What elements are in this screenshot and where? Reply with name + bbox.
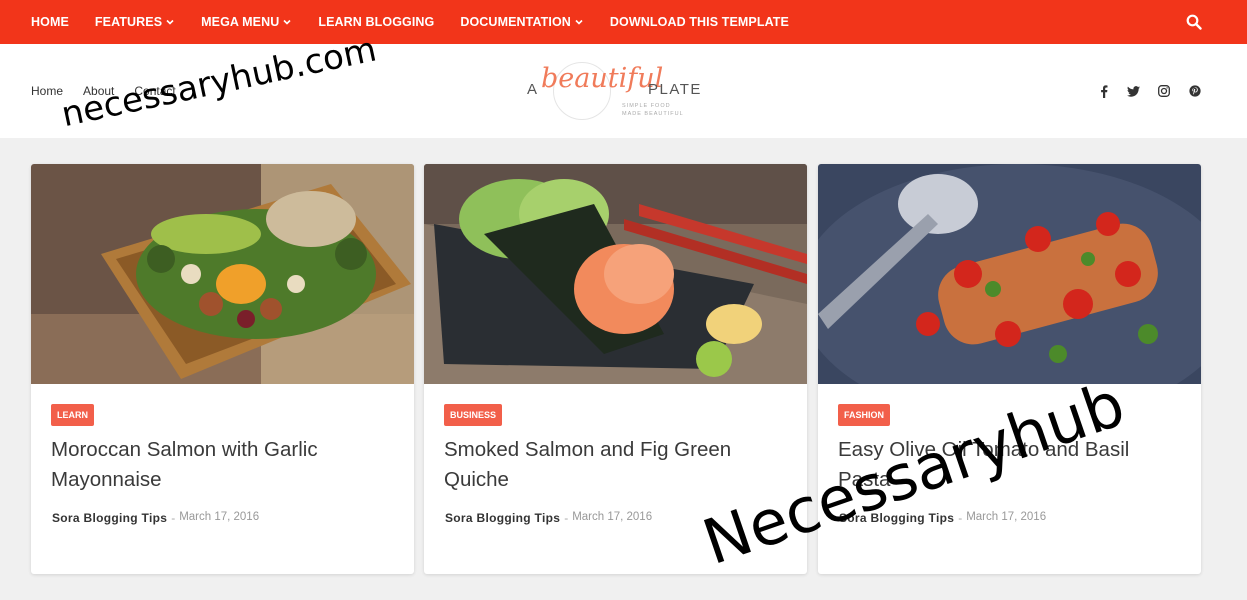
nav-item-home[interactable]: HOME [31,15,69,29]
chevron-down-icon [575,19,583,25]
chevron-down-icon [283,19,291,25]
search-icon[interactable] [1186,14,1202,30]
post-thumbnail-pasta[interactable] [818,164,1201,384]
post-meta: Sora Blogging Tips - March 17, 2016 [52,511,259,525]
meta-separator: - [958,511,963,525]
logo-tagline-1: SIMPLE FOOD [622,103,671,109]
post-author[interactable]: Sora Blogging Tips [52,511,167,525]
post-thumbnail-sushi[interactable] [424,164,807,384]
site-logo[interactable]: A beautiful PLATE SIMPLE FOOD MADE BEAUT… [527,60,707,122]
facebook-icon[interactable] [1097,84,1111,98]
logo-tagline-2: MADE BEAUTIFUL [622,111,684,117]
nav-item-learn-blogging[interactable]: LEARN BLOGGING [318,15,434,29]
top-navigation-bar: HOME FEATURES MEGA MENU LEARN BLOGGING D… [0,0,1247,44]
category-badge[interactable]: FASHION [838,404,891,426]
category-badge[interactable]: BUSINESS [444,404,503,426]
nav-item-features[interactable]: FEATURES [95,15,175,29]
chevron-down-icon [166,19,174,25]
post-date: March 17, 2016 [179,511,260,523]
post-author[interactable]: Sora Blogging Tips [445,511,560,525]
main-menu: HOME FEATURES MEGA MENU LEARN BLOGGING D… [31,0,815,44]
meta-separator: - [564,511,569,525]
logo-letter-a: A [527,81,539,98]
nav-item-label: FEATURES [94,15,163,29]
nav-item-mega-menu[interactable]: MEGA MENU [201,15,292,29]
nav-item-label: DOCUMENTATION [460,15,571,29]
post-title[interactable]: Moroccan Salmon with Garlic Mayonnaise [51,435,396,495]
post-date: March 17, 2016 [966,511,1047,523]
logo-script-text: beautiful [541,63,664,94]
nav-item-label: HOME [31,15,69,29]
post-title[interactable]: Smoked Salmon and Fig Green Quiche [444,435,789,495]
pinterest-icon[interactable] [1188,84,1202,98]
meta-separator: - [171,511,176,525]
category-badge[interactable]: LEARN [51,404,94,426]
logo-plate-text: PLATE [648,81,702,98]
post-card[interactable]: LEARN Moroccan Salmon with Garlic Mayonn… [31,164,414,574]
post-thumbnail-salad[interactable] [31,164,414,384]
nav-item-download-template[interactable]: DOWNLOAD THIS TEMPLATE [610,15,789,29]
nav-item-label: DOWNLOAD THIS TEMPLATE [609,15,789,29]
post-date: March 17, 2016 [572,511,653,523]
post-meta: Sora Blogging Tips - March 17, 2016 [445,511,652,525]
nav-item-documentation[interactable]: DOCUMENTATION [460,15,584,29]
instagram-icon[interactable] [1157,84,1171,98]
twitter-icon[interactable] [1126,84,1140,98]
nav-item-label: MEGA MENU [201,15,280,29]
nav-item-label: LEARN BLOGGING [318,15,435,29]
